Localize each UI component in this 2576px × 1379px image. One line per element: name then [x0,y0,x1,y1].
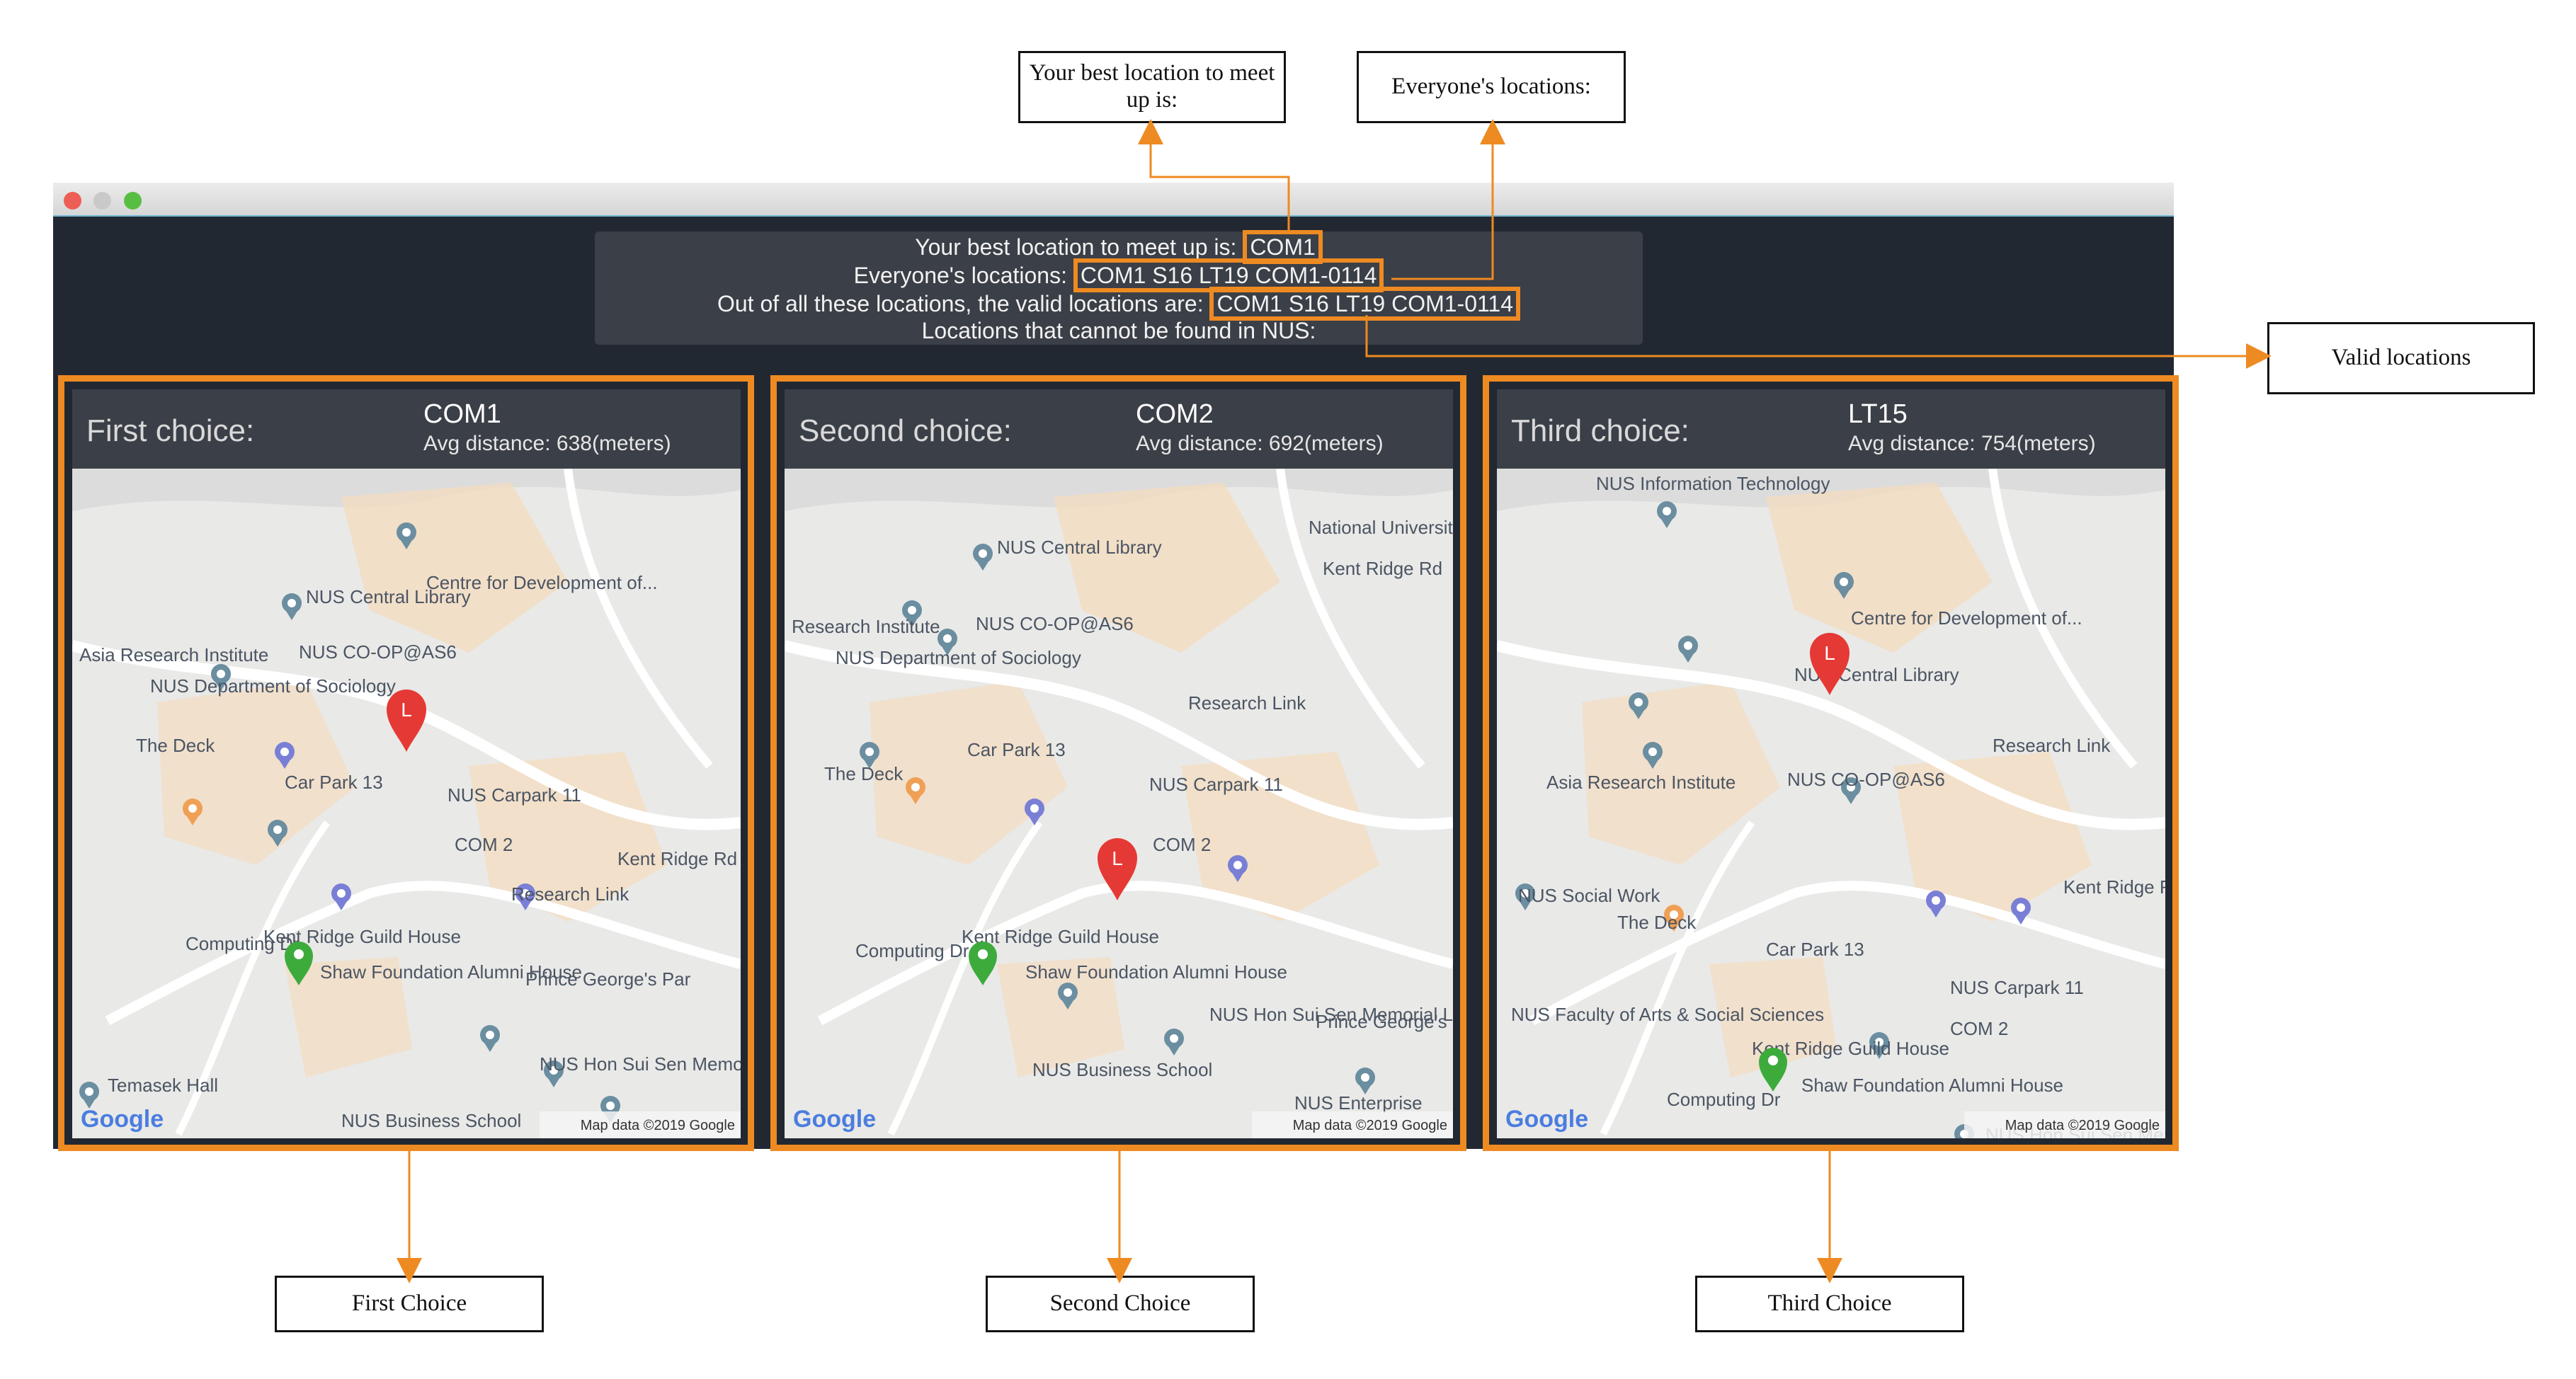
annotation-arrows [397,119,2272,1283]
